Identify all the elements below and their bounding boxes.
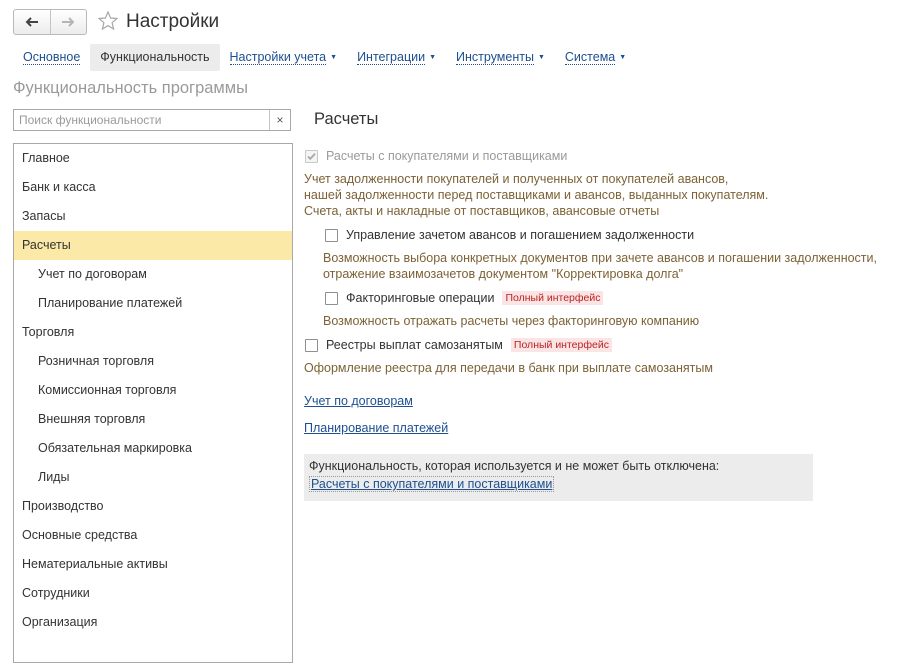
self-employed-description: Оформление реестра для передачи в банк п… bbox=[304, 361, 713, 375]
checkmark-icon bbox=[307, 152, 316, 160]
full-interface-badge: Полный интерфейс bbox=[502, 291, 604, 305]
window-title: Настройки bbox=[126, 11, 220, 32]
forward-button[interactable] bbox=[49, 10, 87, 34]
history-nav bbox=[13, 9, 87, 35]
notice-link[interactable]: Расчеты с покупателями и поставщиками bbox=[309, 476, 555, 492]
settlements-description: Учет задолженности покупателей и получен… bbox=[304, 172, 769, 218]
tree-item-bank-cash[interactable]: Банк и касса bbox=[14, 173, 292, 202]
search-box: × bbox=[13, 109, 291, 131]
tree-item-settlements[interactable]: Расчеты bbox=[14, 231, 292, 260]
tree-item-leads[interactable]: Лиды bbox=[14, 463, 292, 492]
arrow-right-icon bbox=[62, 17, 75, 27]
tree-item-inventory[interactable]: Запасы bbox=[14, 202, 292, 231]
star-icon bbox=[97, 10, 119, 31]
tree-item-main[interactable]: Главное bbox=[14, 144, 292, 173]
tab-system[interactable]: Система ▼ bbox=[555, 44, 636, 71]
back-button[interactable] bbox=[14, 10, 50, 34]
self-employed-label: Реестры выплат самозанятым bbox=[326, 338, 503, 352]
link-payment-planning[interactable]: Планирование платежей bbox=[304, 421, 448, 435]
tab-main[interactable]: Основное bbox=[13, 44, 90, 71]
tree-item-organization[interactable]: Организация bbox=[14, 608, 292, 637]
link-contracts[interactable]: Учет по договорам bbox=[304, 394, 413, 408]
notice-text: Функциональность, которая используется и… bbox=[309, 459, 720, 473]
tree-item-retail[interactable]: Розничная торговля bbox=[14, 347, 292, 376]
advance-offset-description: Возможность выбора конкретных документов… bbox=[323, 251, 877, 281]
tab-bar: Основное Функциональность Настройки учет… bbox=[13, 44, 636, 71]
tab-integrations[interactable]: Интеграции ▼ bbox=[347, 44, 446, 71]
chevron-down-icon: ▼ bbox=[619, 54, 627, 61]
factoring-description: Возможность отражать расчеты через факто… bbox=[323, 314, 700, 328]
tree-item-fixed-assets[interactable]: Основные средства bbox=[14, 521, 292, 550]
tab-accounting-settings[interactable]: Настройки учета ▼ bbox=[220, 44, 348, 71]
full-interface-badge: Полный интерфейс bbox=[510, 338, 612, 352]
chevron-down-icon: ▼ bbox=[429, 54, 437, 61]
option-factoring: Факторинговые операции Полный интерфейс bbox=[325, 291, 604, 305]
tab-functionality[interactable]: Функциональность bbox=[90, 44, 220, 71]
clear-search-button[interactable]: × bbox=[269, 110, 290, 130]
tree-item-payment-planning[interactable]: Планирование платежей bbox=[14, 289, 292, 318]
panel-title: Расчеты bbox=[314, 110, 379, 128]
tree-item-trade[interactable]: Торговля bbox=[14, 318, 292, 347]
tree-item-intangible-assets[interactable]: Нематериальные активы bbox=[14, 550, 292, 579]
tree-item-commission[interactable]: Комиссионная торговля bbox=[14, 376, 292, 405]
tab-tools[interactable]: Инструменты ▼ bbox=[446, 44, 555, 71]
tree-item-foreign-trade[interactable]: Внешняя торговля bbox=[14, 405, 292, 434]
section-title: Функциональность программы bbox=[13, 79, 248, 97]
tree-item-contracts[interactable]: Учет по договорам bbox=[14, 260, 292, 289]
close-icon: × bbox=[276, 113, 284, 127]
option-settlements: Расчеты с покупателями и поставщиками bbox=[305, 149, 567, 163]
tree-item-marking[interactable]: Обязательная маркировка bbox=[14, 434, 292, 463]
self-employed-checkbox[interactable] bbox=[305, 338, 318, 352]
functionality-tree[interactable]: Главное Банк и касса Запасы Расчеты Учет… bbox=[13, 143, 293, 663]
chevron-down-icon: ▼ bbox=[330, 54, 338, 61]
favorite-button[interactable] bbox=[97, 10, 119, 32]
tree-item-production[interactable]: Производство bbox=[14, 492, 292, 521]
factoring-label: Факторинговые операции bbox=[346, 291, 495, 305]
search-input[interactable] bbox=[14, 110, 269, 130]
required-functionality-notice: Функциональность, которая используется и… bbox=[304, 454, 813, 501]
advance-offset-checkbox[interactable] bbox=[325, 228, 338, 242]
advance-offset-label: Управление зачетом авансов и погашением … bbox=[346, 228, 695, 242]
chevron-down-icon: ▼ bbox=[537, 54, 545, 61]
arrow-left-icon bbox=[25, 17, 38, 27]
tree-item-employees[interactable]: Сотрудники bbox=[14, 579, 292, 608]
settlements-label: Расчеты с покупателями и поставщиками bbox=[326, 149, 568, 163]
factoring-checkbox[interactable] bbox=[325, 291, 338, 305]
option-advance-offset: Управление зачетом авансов и погашением … bbox=[325, 228, 694, 242]
option-self-employed: Реестры выплат самозанятым Полный интерф… bbox=[305, 338, 612, 352]
settlements-checkbox[interactable] bbox=[305, 149, 318, 163]
